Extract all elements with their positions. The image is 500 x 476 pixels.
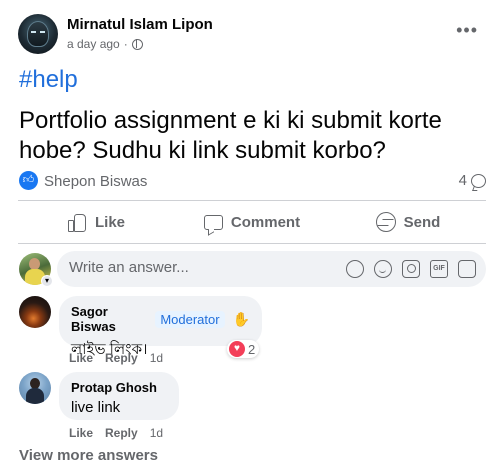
comment-item: Sagor Biswas Moderator ✋ লাইভ লিংক। ♥ 2 … xyxy=(19,296,486,366)
commenter-name[interactable]: Protap Ghosh xyxy=(71,380,157,395)
comment-count[interactable]: 4 xyxy=(459,172,486,189)
more-options-icon[interactable]: ••• xyxy=(456,21,478,39)
comment-like-button[interactable]: Like xyxy=(69,426,93,440)
messenger-icon xyxy=(375,212,396,232)
comment-reply-button[interactable]: Reply xyxy=(105,351,138,365)
comment-bubble: Sagor Biswas Moderator ✋ লাইভ লিংক। xyxy=(59,296,262,358)
reaction-count: 2 xyxy=(248,341,256,357)
send-label: Send xyxy=(403,213,441,231)
chevron-down-icon[interactable]: ▾ xyxy=(41,275,53,287)
reaction-summary: 👍︎ Shepon Biswas 4 xyxy=(19,170,486,192)
post-header: Mirnatul Islam Lipon a day ago · ••• xyxy=(18,12,488,56)
commenter-avatar[interactable] xyxy=(19,372,51,404)
like-button[interactable]: Like xyxy=(18,204,174,240)
like-label: Like xyxy=(94,213,125,231)
meta-separator: · xyxy=(123,37,128,51)
emoji-icon[interactable] xyxy=(374,260,392,278)
gif-icon[interactable]: GIF xyxy=(430,260,448,278)
avatar-body-graphic xyxy=(26,388,44,404)
answer-composer: ▾ GIF xyxy=(19,251,486,287)
answer-input-box[interactable]: GIF xyxy=(57,251,486,287)
camera-icon[interactable] xyxy=(402,260,420,278)
comment-bubble: Protap Ghosh live link xyxy=(59,372,179,420)
comment-item: Protap Ghosh live link Like Reply 1d xyxy=(19,372,486,442)
post-time[interactable]: a day ago xyxy=(67,37,120,51)
comment-bubble-icon xyxy=(471,173,486,188)
comment-header: Protap Ghosh xyxy=(71,380,167,395)
avatar-mask-graphic xyxy=(27,21,49,47)
commenter-avatar[interactable] xyxy=(19,296,51,328)
heart-icon: ♥ xyxy=(229,341,245,357)
wave-icon: ✋ xyxy=(232,310,250,327)
comment-actions: Like Reply 1d xyxy=(69,351,163,365)
comment-time[interactable]: 1d xyxy=(150,426,163,440)
comment-icon xyxy=(203,214,223,230)
comment-count-value: 4 xyxy=(458,172,467,189)
thumbs-up-icon xyxy=(67,213,87,232)
comment-label: Comment xyxy=(230,213,301,231)
author-name[interactable]: Mirnatul Islam Lipon xyxy=(67,16,213,33)
avatar-eye-graphic xyxy=(40,31,45,33)
like-reaction-icon[interactable]: 👍︎ xyxy=(19,171,38,190)
comment-reply-button[interactable]: Reply xyxy=(105,426,138,440)
sticker-icon[interactable] xyxy=(458,260,476,278)
avatar-eye-graphic xyxy=(31,31,36,33)
avatar-sticker-icon[interactable] xyxy=(346,260,364,278)
post-hashtag[interactable]: #help xyxy=(19,66,78,94)
comment-header: Sagor Biswas Moderator ✋ xyxy=(71,304,250,334)
comment-reaction-summary[interactable]: ♥ 2 xyxy=(227,340,260,358)
comment-like-button[interactable]: Like xyxy=(69,351,93,365)
answer-input[interactable] xyxy=(69,259,309,276)
comment-text: live link xyxy=(71,399,121,416)
post-actions: Like Comment Send xyxy=(18,204,486,240)
comment-time[interactable]: 1d xyxy=(150,351,163,365)
divider xyxy=(18,243,486,244)
post-text: Portfolio assignment e ki ki submit kort… xyxy=(19,107,442,164)
view-more-answers-link[interactable]: View more answers xyxy=(19,447,158,464)
moderator-badge: Moderator xyxy=(155,310,225,328)
comment-button[interactable]: Comment xyxy=(174,204,330,240)
author-avatar[interactable] xyxy=(18,14,58,54)
composer-tools: GIF xyxy=(346,260,476,278)
globe-icon[interactable] xyxy=(131,38,143,50)
send-button[interactable]: Send xyxy=(330,204,486,240)
reactor-name[interactable]: Shepon Biswas xyxy=(44,173,147,190)
divider xyxy=(18,200,486,201)
comment-actions: Like Reply 1d xyxy=(69,426,163,440)
post-meta: a day ago · xyxy=(67,37,143,51)
commenter-name[interactable]: Sagor Biswas xyxy=(71,304,147,334)
